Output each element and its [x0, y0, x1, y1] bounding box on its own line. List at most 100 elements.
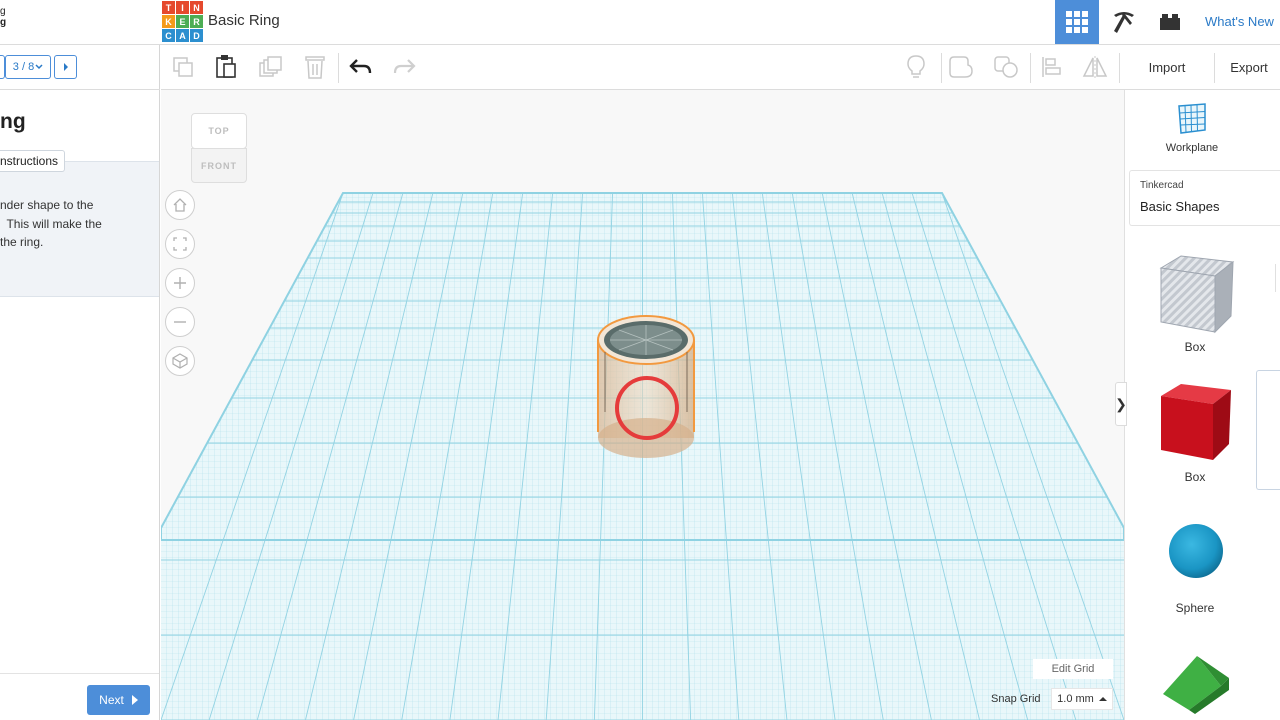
snap-grid-select[interactable]: 1.0 mm: [1051, 688, 1113, 710]
instructions-tab[interactable]: nstructions: [0, 150, 66, 172]
notes-button[interactable]: [902, 53, 930, 81]
next-step-button[interactable]: [54, 55, 77, 79]
mirror-button[interactable]: [1081, 53, 1109, 81]
group-button[interactable]: [947, 53, 975, 81]
instructions-text: nder shape to the This will make the the…: [0, 198, 102, 249]
shape-card-partial[interactable]: [1256, 370, 1280, 490]
step-selector[interactable]: 3 / 8: [5, 55, 51, 79]
chevron-down-icon: [35, 64, 43, 70]
lesson-panel: 3 / 8 ng nstructions nder shape to the T…: [0, 45, 160, 720]
pickaxe-icon: [1114, 12, 1134, 33]
view-cube[interactable]: TOP FRONT: [189, 110, 251, 186]
mirror-icon: [1082, 56, 1108, 78]
shape-label: Sphere: [1175, 601, 1215, 615]
shape-card-partial[interactable]: [1275, 264, 1280, 292]
ungroup-icon: [994, 56, 1018, 78]
import-label: Import: [1148, 59, 1186, 75]
chevron-right-icon: [63, 63, 68, 71]
logo-letter: T: [162, 1, 175, 14]
roof-icon: [1163, 656, 1229, 714]
redo-button[interactable]: [390, 53, 418, 81]
undo-button[interactable]: [347, 53, 375, 81]
library-name: Basic Shapes: [1140, 199, 1220, 214]
shape-roof[interactable]: [1145, 650, 1245, 720]
home-view-button[interactable]: [165, 190, 195, 220]
lego-view-button[interactable]: [1150, 0, 1190, 44]
toolbar-separator: [338, 53, 339, 83]
box-hole-icon: [1159, 255, 1235, 334]
shape-sphere[interactable]: Sphere: [1145, 515, 1245, 625]
import-button[interactable]: Import: [1125, 53, 1209, 81]
logo-letter: R: [190, 15, 203, 28]
3d-view-grid-icon: [1066, 11, 1088, 33]
step-value: 3 / 8: [12, 61, 35, 73]
fit-view-icon: [173, 237, 187, 251]
logo-letter: D: [190, 29, 203, 42]
perspective-icon: [172, 353, 188, 369]
chevron-up-icon: [1098, 697, 1107, 701]
toolbar-separator: [1030, 53, 1031, 83]
workplane-button[interactable]: [1175, 102, 1209, 141]
zoom-in-icon: [174, 277, 186, 289]
toolbar-separator: [1214, 53, 1215, 83]
brick-icon: [1160, 14, 1180, 30]
duplicate-icon: [259, 56, 282, 77]
logo-letter: E: [176, 15, 189, 28]
shape-label: Box: [1184, 340, 1206, 354]
collapse-panel-button[interactable]: ❯: [1115, 382, 1127, 426]
breadcrumb-line-1: g: [0, 6, 6, 17]
note-icon: [907, 55, 925, 78]
shape-library-selector[interactable]: Tinkercad Basic Shapes: [1129, 170, 1280, 226]
minecraft-view-button[interactable]: [1103, 0, 1145, 44]
next-button-label: Next: [99, 693, 124, 707]
logo-letter: K: [162, 15, 175, 28]
zoom-out-button[interactable]: [165, 307, 195, 337]
perspective-button[interactable]: [165, 346, 195, 376]
workplane-scene[interactable]: [161, 90, 1124, 720]
breadcrumb-line-2: g: [0, 17, 7, 28]
lesson-breadcrumb: g g: [0, 6, 6, 28]
export-button[interactable]: Export: [1219, 53, 1279, 81]
shape-label: Box: [1184, 470, 1206, 484]
fit-view-button[interactable]: [165, 229, 195, 259]
copy-icon: [173, 57, 193, 77]
chevron-right-icon: [131, 695, 138, 705]
tinkercad-app: g g T I N K E R C A D Basic Ring What's …: [0, 0, 1280, 720]
logo-letter: N: [190, 1, 203, 14]
box-icon: [1161, 384, 1231, 460]
workplane-icon: [1178, 103, 1206, 134]
viewcube-front-face[interactable]: FRONT: [191, 148, 247, 183]
whats-new-link[interactable]: What's New: [1205, 14, 1274, 29]
edit-grid-button[interactable]: Edit Grid: [1033, 659, 1113, 679]
shape-box[interactable]: Box: [1145, 380, 1245, 490]
snap-grid-label: Snap Grid: [991, 693, 1041, 705]
snap-grid-value: 1.0 mm: [1057, 693, 1094, 705]
chevron-right-icon: ❯: [1115, 395, 1127, 412]
design-title[interactable]: Basic Ring: [208, 12, 280, 29]
undo-icon: [349, 59, 372, 74]
group-icon: [949, 56, 973, 78]
duplicate-button[interactable]: [257, 53, 285, 81]
3d-view-button[interactable]: [1055, 0, 1099, 44]
logo-letter: A: [176, 29, 189, 42]
tinkercad-logo[interactable]: T I N K E R C A D: [162, 1, 203, 42]
ungroup-button[interactable]: [992, 53, 1020, 81]
next-button[interactable]: Next: [87, 685, 150, 715]
logo-letter: I: [176, 1, 189, 14]
align-icon: [1042, 57, 1061, 77]
shape-box-hole[interactable]: Box: [1145, 250, 1245, 360]
toolbar-separator: [1119, 53, 1120, 83]
align-button[interactable]: [1037, 53, 1065, 81]
workplane-label: Workplane: [1165, 142, 1219, 154]
zoom-in-button[interactable]: [165, 268, 195, 298]
paste-button[interactable]: [212, 53, 240, 81]
delete-button[interactable]: [301, 53, 329, 81]
paste-icon: [216, 55, 236, 78]
copy-button[interactable]: [169, 53, 197, 81]
sphere-icon: [1169, 524, 1223, 578]
3d-workspace[interactable]: TOP FRONT Edit Grid Snap Grid 1.0 mm: [161, 90, 1124, 720]
library-source: Tinkercad: [1140, 180, 1184, 191]
viewcube-top-face[interactable]: TOP: [191, 113, 247, 149]
top-header: g g T I N K E R C A D Basic Ring What's …: [0, 0, 1280, 45]
zoom-out-icon: [174, 321, 186, 323]
